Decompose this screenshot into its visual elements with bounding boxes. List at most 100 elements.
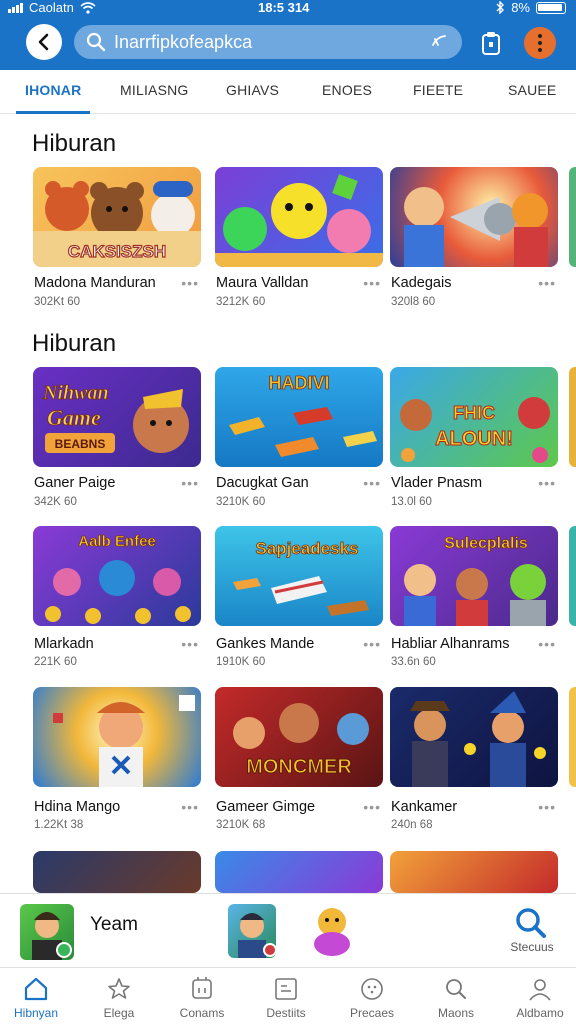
top-app-bar: Caolatn 18:5 314 8% [0, 0, 576, 70]
nav-item-apps[interactable]: Conams [166, 976, 238, 1020]
chevron-left-icon [38, 33, 49, 51]
more-options-icon[interactable]: ••• [181, 475, 199, 491]
back-button[interactable] [26, 24, 62, 60]
game-thumbnail: Sapjeadesks [215, 526, 383, 626]
tab-miliasng[interactable]: MILIASNG [120, 82, 189, 98]
nav-item-search[interactable]: Maons [420, 976, 492, 1020]
game-title: Kadegais [391, 275, 452, 291]
friend-avatar[interactable] [228, 904, 276, 958]
battery-icon [536, 1, 566, 14]
search-input[interactable] [114, 31, 414, 53]
next-card-peek[interactable] [569, 367, 576, 467]
list-icon [275, 978, 297, 1000]
more-options-icon[interactable]: ••• [538, 636, 556, 652]
overflow-menu-button[interactable] [524, 27, 556, 59]
more-options-icon[interactable]: ••• [538, 799, 556, 815]
tab-sauee[interactable]: SAUEE [508, 82, 556, 98]
next-card-peek[interactable] [569, 526, 576, 626]
game-thumbnail [215, 167, 383, 267]
game-title: Habliar Alhanrams [391, 636, 510, 652]
nav-item-star[interactable]: Elega [83, 976, 155, 1020]
category-tabs: IHONAR MILIASNG GHIAVS ENOES FIEETE SAUE… [0, 70, 576, 114]
game-thumbnail [390, 687, 558, 787]
game-thumbnail[interactable] [33, 851, 201, 893]
game-title: Gameer Gimge [216, 799, 316, 815]
mini-player-title[interactable]: Yeam [90, 914, 138, 936]
apps-icon [192, 977, 212, 999]
game-thumbnail: Sulecplalis [390, 526, 558, 626]
more-options-icon[interactable]: ••• [363, 636, 381, 652]
bottom-navigation: Hibnyan Elega Conams Destiits Precaes Ma… [0, 967, 576, 1024]
voice-search-icon[interactable] [430, 33, 448, 51]
game-title: Dacugkat Gan [216, 475, 309, 491]
game-thumbnail [33, 687, 201, 787]
game-meta: 1910K 60 [216, 656, 266, 668]
game-meta: 240n 68 [391, 819, 433, 831]
svg-text:Nihwan: Nihwan [42, 382, 109, 404]
nav-item-circle[interactable]: Precaes [336, 976, 408, 1020]
search-label: Stecuus [510, 940, 554, 954]
app-screen: Caolatn 18:5 314 8% IHONAR MILIASNG GHIA… [0, 0, 576, 1024]
game-meta: 342K 60 [34, 496, 77, 508]
game-thumbnail: FHIC ALOUN! [390, 367, 558, 467]
game-meta: 3210K 60 [216, 496, 266, 508]
game-title: Gankes Mande [216, 636, 315, 652]
game-meta: 320l8 60 [391, 296, 436, 308]
game-thumbnail[interactable] [390, 851, 558, 893]
bluetooth-icon [496, 1, 505, 14]
search-icon [446, 979, 466, 999]
home-icon [24, 977, 48, 1001]
svg-text:Game: Game [47, 405, 101, 430]
tab-ghiavs[interactable]: GHIAVS [226, 82, 279, 98]
clock: 18:5 314 [258, 0, 310, 15]
game-title: Kankamer [391, 799, 458, 815]
next-card-peek[interactable] [569, 167, 576, 267]
circle-icon [361, 978, 383, 1000]
nav-item-list[interactable]: Destiits [250, 976, 322, 1020]
mascot-icon[interactable] [306, 904, 358, 958]
more-options-icon[interactable]: ••• [181, 636, 199, 652]
section-title: Hiburan [32, 130, 117, 157]
more-options-icon[interactable]: ••• [181, 275, 199, 291]
game-title: Mlarkadn [34, 636, 94, 652]
tab-fieete[interactable]: FIEETE [413, 82, 463, 98]
clipboard-icon[interactable] [478, 30, 504, 56]
game-meta: 1.22Kt 38 [34, 819, 84, 831]
svg-text:HADIVI: HADIVI [268, 373, 329, 393]
nav-item-profile[interactable]: Aldbamo [504, 976, 576, 1020]
game-meta: 33.6n 60 [391, 656, 436, 668]
svg-text:CAKSISZSH: CAKSISZSH [68, 242, 166, 261]
search-bar[interactable] [74, 25, 462, 59]
carrier-name: Caolatn [29, 0, 74, 15]
nav-item-home[interactable]: Hibnyan [0, 976, 72, 1020]
tab-ihonar[interactable]: IHONAR [25, 82, 81, 98]
svg-text:ALOUN!: ALOUN! [435, 428, 513, 450]
more-options-icon[interactable]: ••• [538, 475, 556, 491]
game-meta: 3210K 68 [216, 819, 266, 831]
game-title: Hdina Mango [34, 799, 121, 815]
more-options-icon[interactable]: ••• [363, 275, 381, 291]
svg-text:FHIC: FHIC [453, 403, 495, 423]
mini-player-bar: Yeam Stecuus [0, 893, 576, 967]
more-options-icon[interactable]: ••• [538, 275, 556, 291]
svg-text:Sulecplalis: Sulecplalis [444, 535, 528, 552]
battery-percent: 8% [511, 0, 530, 15]
game-meta: 3212K 60 [216, 296, 266, 308]
game-thumbnail: CAKSISZSH [33, 167, 201, 267]
person-icon [529, 979, 551, 1001]
wifi-icon [80, 1, 96, 14]
game-meta: 221K 60 [34, 656, 77, 668]
more-options-icon[interactable]: ••• [181, 799, 199, 815]
game-thumbnail[interactable] [215, 851, 383, 893]
signal-icon [8, 2, 23, 13]
section-title: Hiburan [32, 330, 117, 357]
more-options-icon[interactable]: ••• [363, 475, 381, 491]
tab-enoes[interactable]: ENOES [322, 82, 372, 98]
user-avatar[interactable] [20, 904, 74, 960]
more-options-icon[interactable]: ••• [363, 799, 381, 815]
game-thumbnail: HADIVI [215, 367, 383, 467]
active-tab-indicator [16, 111, 90, 114]
game-thumbnail [390, 167, 558, 267]
svg-text:BEABNS: BEABNS [55, 437, 106, 451]
next-card-peek[interactable] [569, 687, 576, 787]
